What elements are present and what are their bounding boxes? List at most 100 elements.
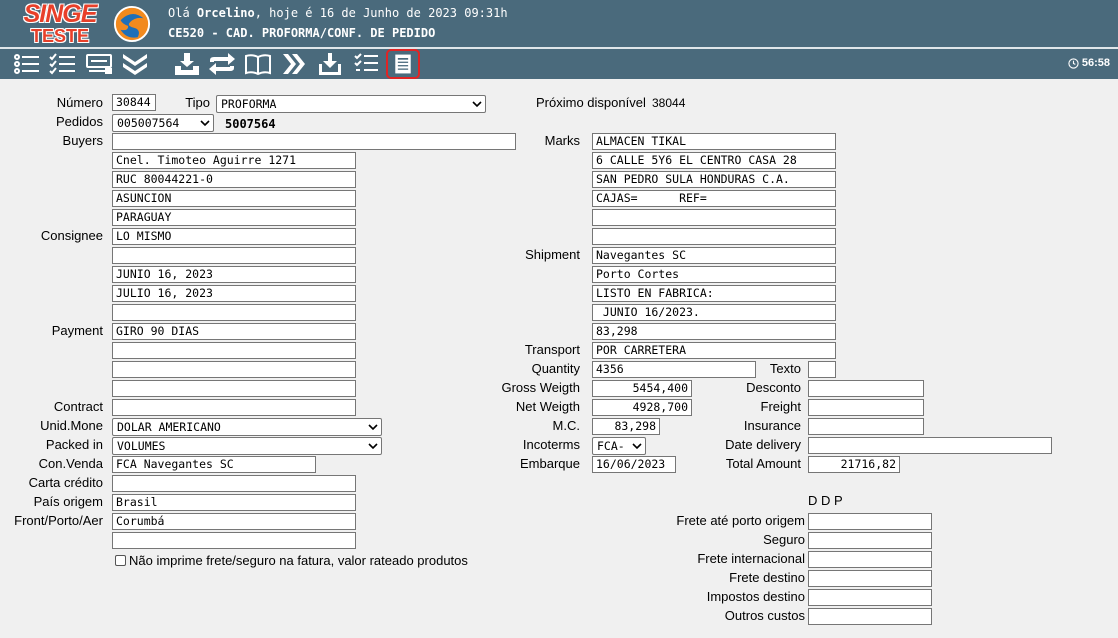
pedidos-select[interactable]: 005007564: [112, 114, 214, 132]
shipment-line-1[interactable]: Navegantes SC: [592, 247, 836, 264]
document-icon[interactable]: [386, 49, 420, 79]
pedidos-select-value: 005007564: [117, 116, 180, 130]
carta-credito-input[interactable]: [112, 475, 356, 492]
buyers-line-4[interactable]: ASUNCION: [112, 190, 356, 207]
numero-input[interactable]: 30844: [112, 94, 156, 111]
payment-line-3[interactable]: [112, 361, 356, 378]
marks-line-3[interactable]: SAN PEDRO SULA HONDURAS C.A.: [592, 171, 836, 188]
checklist-icon[interactable]: [48, 51, 78, 77]
marks-line-2[interactable]: 6 CALLE 5Y6 EL CENTRO CASA 28: [592, 152, 836, 169]
date-delivery-input[interactable]: [808, 437, 1052, 454]
packed-in-select[interactable]: VOLUMES: [112, 437, 382, 455]
swap-icon[interactable]: [207, 51, 237, 77]
insurance-input[interactable]: [808, 418, 924, 435]
contract-label: Contract: [53, 399, 103, 414]
shipment-line-2[interactable]: Porto Cortes: [592, 266, 836, 283]
consignee-line-2[interactable]: [112, 247, 356, 264]
frete-porto-origem-input[interactable]: [808, 513, 932, 530]
packed-in-label: Packed in: [45, 437, 103, 452]
shipment-line-5[interactable]: 83,298: [592, 323, 836, 340]
proximo-label: Próximo disponível: [536, 95, 646, 110]
keyboard-icon[interactable]: [84, 51, 114, 77]
gross-weigth-label: Gross Weigth: [501, 380, 580, 395]
mc-input[interactable]: 83,298: [592, 418, 660, 435]
payment-line-4[interactable]: [112, 380, 356, 397]
tipo-select-value: PROFORMA: [221, 97, 277, 111]
session-timer: 56:58: [1068, 57, 1110, 69]
pais-origem-input[interactable]: Brasil: [112, 494, 356, 511]
greeting-text: Olá Orcelino, hoje é 16 de Junho de 2023…: [168, 6, 508, 20]
consignee-line-4[interactable]: JULIO 16, 2023: [112, 285, 356, 302]
buyers-line-5[interactable]: PARAGUAY: [112, 209, 356, 226]
quantity-input[interactable]: 4356: [592, 361, 756, 378]
date-delivery-label: Date delivery: [725, 437, 801, 452]
chevron-down-icon: [632, 443, 642, 450]
incoterms-select-value: FCA-: [597, 439, 625, 453]
consignee-line-1[interactable]: LO MISMO: [112, 228, 356, 245]
packed-in-select-value: VOLUMES: [117, 439, 166, 453]
double-chevron-right-icon[interactable]: [279, 51, 309, 77]
outros-custos-input[interactable]: [808, 608, 932, 625]
consignee-line-5[interactable]: [112, 304, 356, 321]
net-weigth-label: Net Weigth: [515, 399, 580, 414]
ddp-title: D D P: [808, 493, 843, 508]
outros-custos-label: Outros custos: [724, 608, 805, 623]
gross-weigth-input[interactable]: 5454,400: [592, 380, 692, 397]
incoterms-label: Incoterms: [522, 437, 580, 452]
embarque-input[interactable]: 16/06/2023: [592, 456, 676, 473]
impostos-destino-input[interactable]: [808, 589, 932, 606]
marks-line-5[interactable]: [592, 209, 836, 226]
consignee-label: Consignee: [40, 228, 103, 243]
insurance-label: Insurance: [743, 418, 801, 433]
total-amount-label: Total Amount: [725, 456, 801, 471]
quantity-label: Quantity: [531, 361, 580, 376]
con-venda-input[interactable]: FCA Navegantes SC: [112, 456, 316, 473]
brand-sub: TESTE: [30, 26, 89, 46]
marks-line-4[interactable]: CAJAS= REF=: [592, 190, 836, 207]
total-amount-input[interactable]: 21716,82: [808, 456, 900, 473]
unid-mone-select[interactable]: DOLAR AMERICANO: [112, 418, 382, 436]
frete-destino-input[interactable]: [808, 570, 932, 587]
toolbar: 56:58: [0, 49, 1118, 79]
frete-internacional-input[interactable]: [808, 551, 932, 568]
marks-line-6[interactable]: [592, 228, 836, 245]
task-list-icon[interactable]: [351, 51, 381, 77]
transport-input[interactable]: POR CARRETERA: [592, 342, 836, 359]
front-porto-label: Front/Porto/Aer: [14, 513, 103, 528]
carta-credito-label: Carta crédito: [28, 475, 103, 490]
shipment-line-3[interactable]: LISTO EN FABRICA:: [592, 285, 836, 302]
book-icon[interactable]: [243, 51, 273, 77]
seguro-input[interactable]: [808, 532, 932, 549]
frete-porto-origem-label: Frete até porto origem: [676, 513, 805, 528]
contract-input[interactable]: [112, 399, 356, 416]
desconto-input[interactable]: [808, 380, 924, 397]
tipo-select[interactable]: PROFORMA: [216, 95, 486, 113]
buyers-line-3[interactable]: RUC 80044221-0: [112, 171, 356, 188]
consignee-line-3[interactable]: JUNIO 16, 2023: [112, 266, 356, 283]
buyers-line-1[interactable]: [112, 133, 516, 150]
import-icon[interactable]: [315, 51, 345, 77]
payment-line-1[interactable]: GIRO 90 DIAS: [112, 323, 356, 340]
seguro-label: Seguro: [763, 532, 805, 547]
freight-label: Freight: [760, 399, 801, 414]
greeting-prefix: Olá: [168, 6, 197, 20]
incoterms-select[interactable]: FCA-: [592, 437, 646, 455]
double-chevron-down-icon[interactable]: [120, 51, 150, 77]
freight-input[interactable]: [808, 399, 924, 416]
texto-input[interactable]: [808, 361, 836, 378]
net-weigth-input[interactable]: 4928,700: [592, 399, 692, 416]
brand-name: SINGE: [23, 0, 98, 28]
buyers-label: Buyers: [62, 133, 103, 148]
front-porto-line-2[interactable]: [112, 532, 356, 549]
front-porto-line-1[interactable]: Corumbá: [112, 513, 356, 530]
nao-imprime-checkbox[interactable]: [115, 555, 126, 566]
download-box-icon[interactable]: [172, 51, 202, 77]
buyers-line-2[interactable]: Cnel. Timoteo Aguirre 1271: [112, 152, 356, 169]
pedidos-display: 5007564: [225, 117, 276, 131]
shipment-line-4[interactable]: JUNIO 16/2023.: [592, 304, 836, 321]
list-icon[interactable]: [12, 51, 42, 77]
marks-line-1[interactable]: ALMACEN TIKAL: [592, 133, 836, 150]
frete-internacional-label: Frete internacional: [697, 551, 805, 566]
payment-line-2[interactable]: [112, 342, 356, 359]
chevron-down-icon: [200, 120, 210, 127]
